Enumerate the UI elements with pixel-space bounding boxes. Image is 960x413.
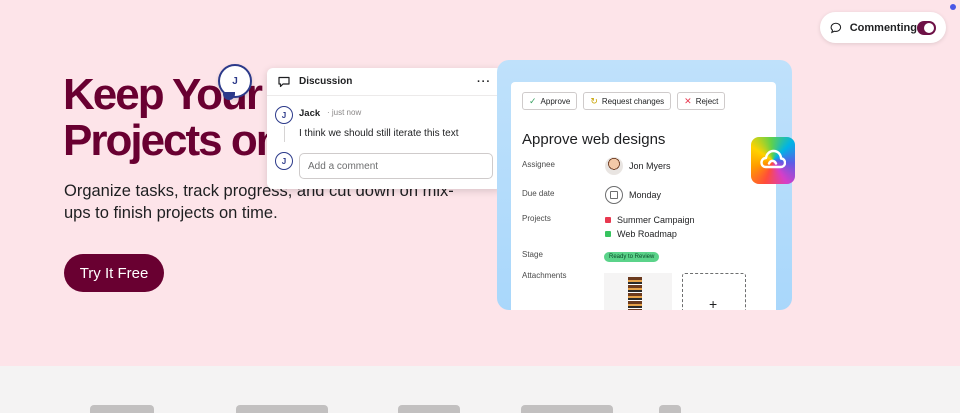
creative-cloud-icon bbox=[751, 137, 795, 184]
floating-avatar-initial: J bbox=[232, 75, 238, 87]
discussion-title: Discussion bbox=[299, 76, 353, 87]
comment-author: Jack bbox=[299, 108, 321, 119]
request-changes-button[interactable]: ↻ Request changes bbox=[583, 92, 672, 110]
calendar-icon bbox=[605, 186, 623, 204]
reject-label: Reject bbox=[695, 96, 719, 106]
task-title: Approve web designs bbox=[522, 131, 666, 148]
comment-avatar: J bbox=[275, 106, 293, 124]
attachments-label: Attachments bbox=[522, 271, 567, 280]
assignee-avatar bbox=[605, 157, 623, 175]
comment-text: I think we should still iterate this tex… bbox=[299, 128, 459, 139]
commenting-label: Commenting bbox=[849, 21, 917, 34]
commenting-toggle[interactable]: Commenting bbox=[820, 12, 946, 43]
creative-cloud-symbol bbox=[760, 149, 786, 169]
approve-label: Approve bbox=[540, 96, 571, 106]
customer-logos-strip bbox=[0, 366, 960, 413]
project-color-icon bbox=[605, 231, 611, 237]
reject-button[interactable]: ✕ Reject bbox=[677, 92, 726, 110]
project-name: Summer Campaign bbox=[617, 215, 695, 225]
comment-time: · just now bbox=[327, 108, 362, 117]
stage-label: Stage bbox=[522, 250, 543, 259]
x-icon: ✕ bbox=[684, 95, 692, 106]
status-dot bbox=[950, 4, 956, 10]
customer-logo bbox=[236, 405, 328, 413]
due-date-value[interactable]: Monday bbox=[605, 186, 661, 204]
comment-bubble-icon bbox=[830, 22, 842, 33]
customer-logo bbox=[659, 405, 681, 413]
due-date-text: Monday bbox=[629, 190, 662, 200]
stage-badge[interactable]: Ready to Review bbox=[604, 252, 660, 262]
toggle-switch[interactable] bbox=[916, 20, 936, 35]
headline-line-2: Projects on bbox=[63, 116, 283, 164]
toggle-knob bbox=[924, 22, 934, 33]
task-card: ✓ Approve ↻ Request changes ✕ Reject App… bbox=[511, 82, 776, 310]
assignee-name: Jon Myers bbox=[629, 161, 671, 171]
refresh-icon: ↻ bbox=[590, 95, 598, 106]
attachment-thumbnail[interactable] bbox=[604, 273, 672, 310]
add-attachment-button[interactable]: + bbox=[682, 273, 746, 310]
customer-logo bbox=[90, 405, 154, 413]
customer-logo bbox=[398, 405, 460, 413]
assignee-value[interactable]: Jon Myers bbox=[605, 157, 671, 175]
hero-section: Commenting Keep Your Projects on J Organ… bbox=[0, 0, 960, 366]
reply-avatar: J bbox=[275, 152, 293, 170]
projects-label: Projects bbox=[522, 214, 551, 223]
request-changes-label: Request changes bbox=[601, 96, 665, 106]
discussion-header: Discussion ··· bbox=[267, 68, 502, 96]
assignee-label: Assignee bbox=[522, 160, 555, 169]
discussion-panel: Discussion ··· J Jack · just now I think… bbox=[267, 68, 502, 189]
project-item[interactable]: Web Roadmap bbox=[605, 229, 677, 239]
attachment-preview bbox=[628, 277, 642, 310]
chat-icon bbox=[278, 76, 290, 87]
project-color-icon bbox=[605, 217, 611, 223]
try-it-free-button[interactable]: Try It Free bbox=[64, 254, 164, 292]
project-name: Web Roadmap bbox=[617, 229, 677, 239]
check-icon: ✓ bbox=[529, 95, 537, 106]
floating-avatar: J bbox=[218, 64, 252, 100]
add-comment-input[interactable]: Add a comment bbox=[299, 153, 493, 179]
project-item[interactable]: Summer Campaign bbox=[605, 215, 695, 225]
due-date-label: Due date bbox=[522, 189, 555, 198]
more-options-icon[interactable]: ··· bbox=[477, 76, 491, 88]
thread-line bbox=[284, 126, 285, 142]
plus-icon: + bbox=[709, 296, 718, 310]
approval-actions: ✓ Approve ↻ Request changes ✕ Reject bbox=[522, 92, 726, 110]
customer-logo bbox=[521, 405, 613, 413]
approve-button[interactable]: ✓ Approve bbox=[522, 92, 578, 110]
